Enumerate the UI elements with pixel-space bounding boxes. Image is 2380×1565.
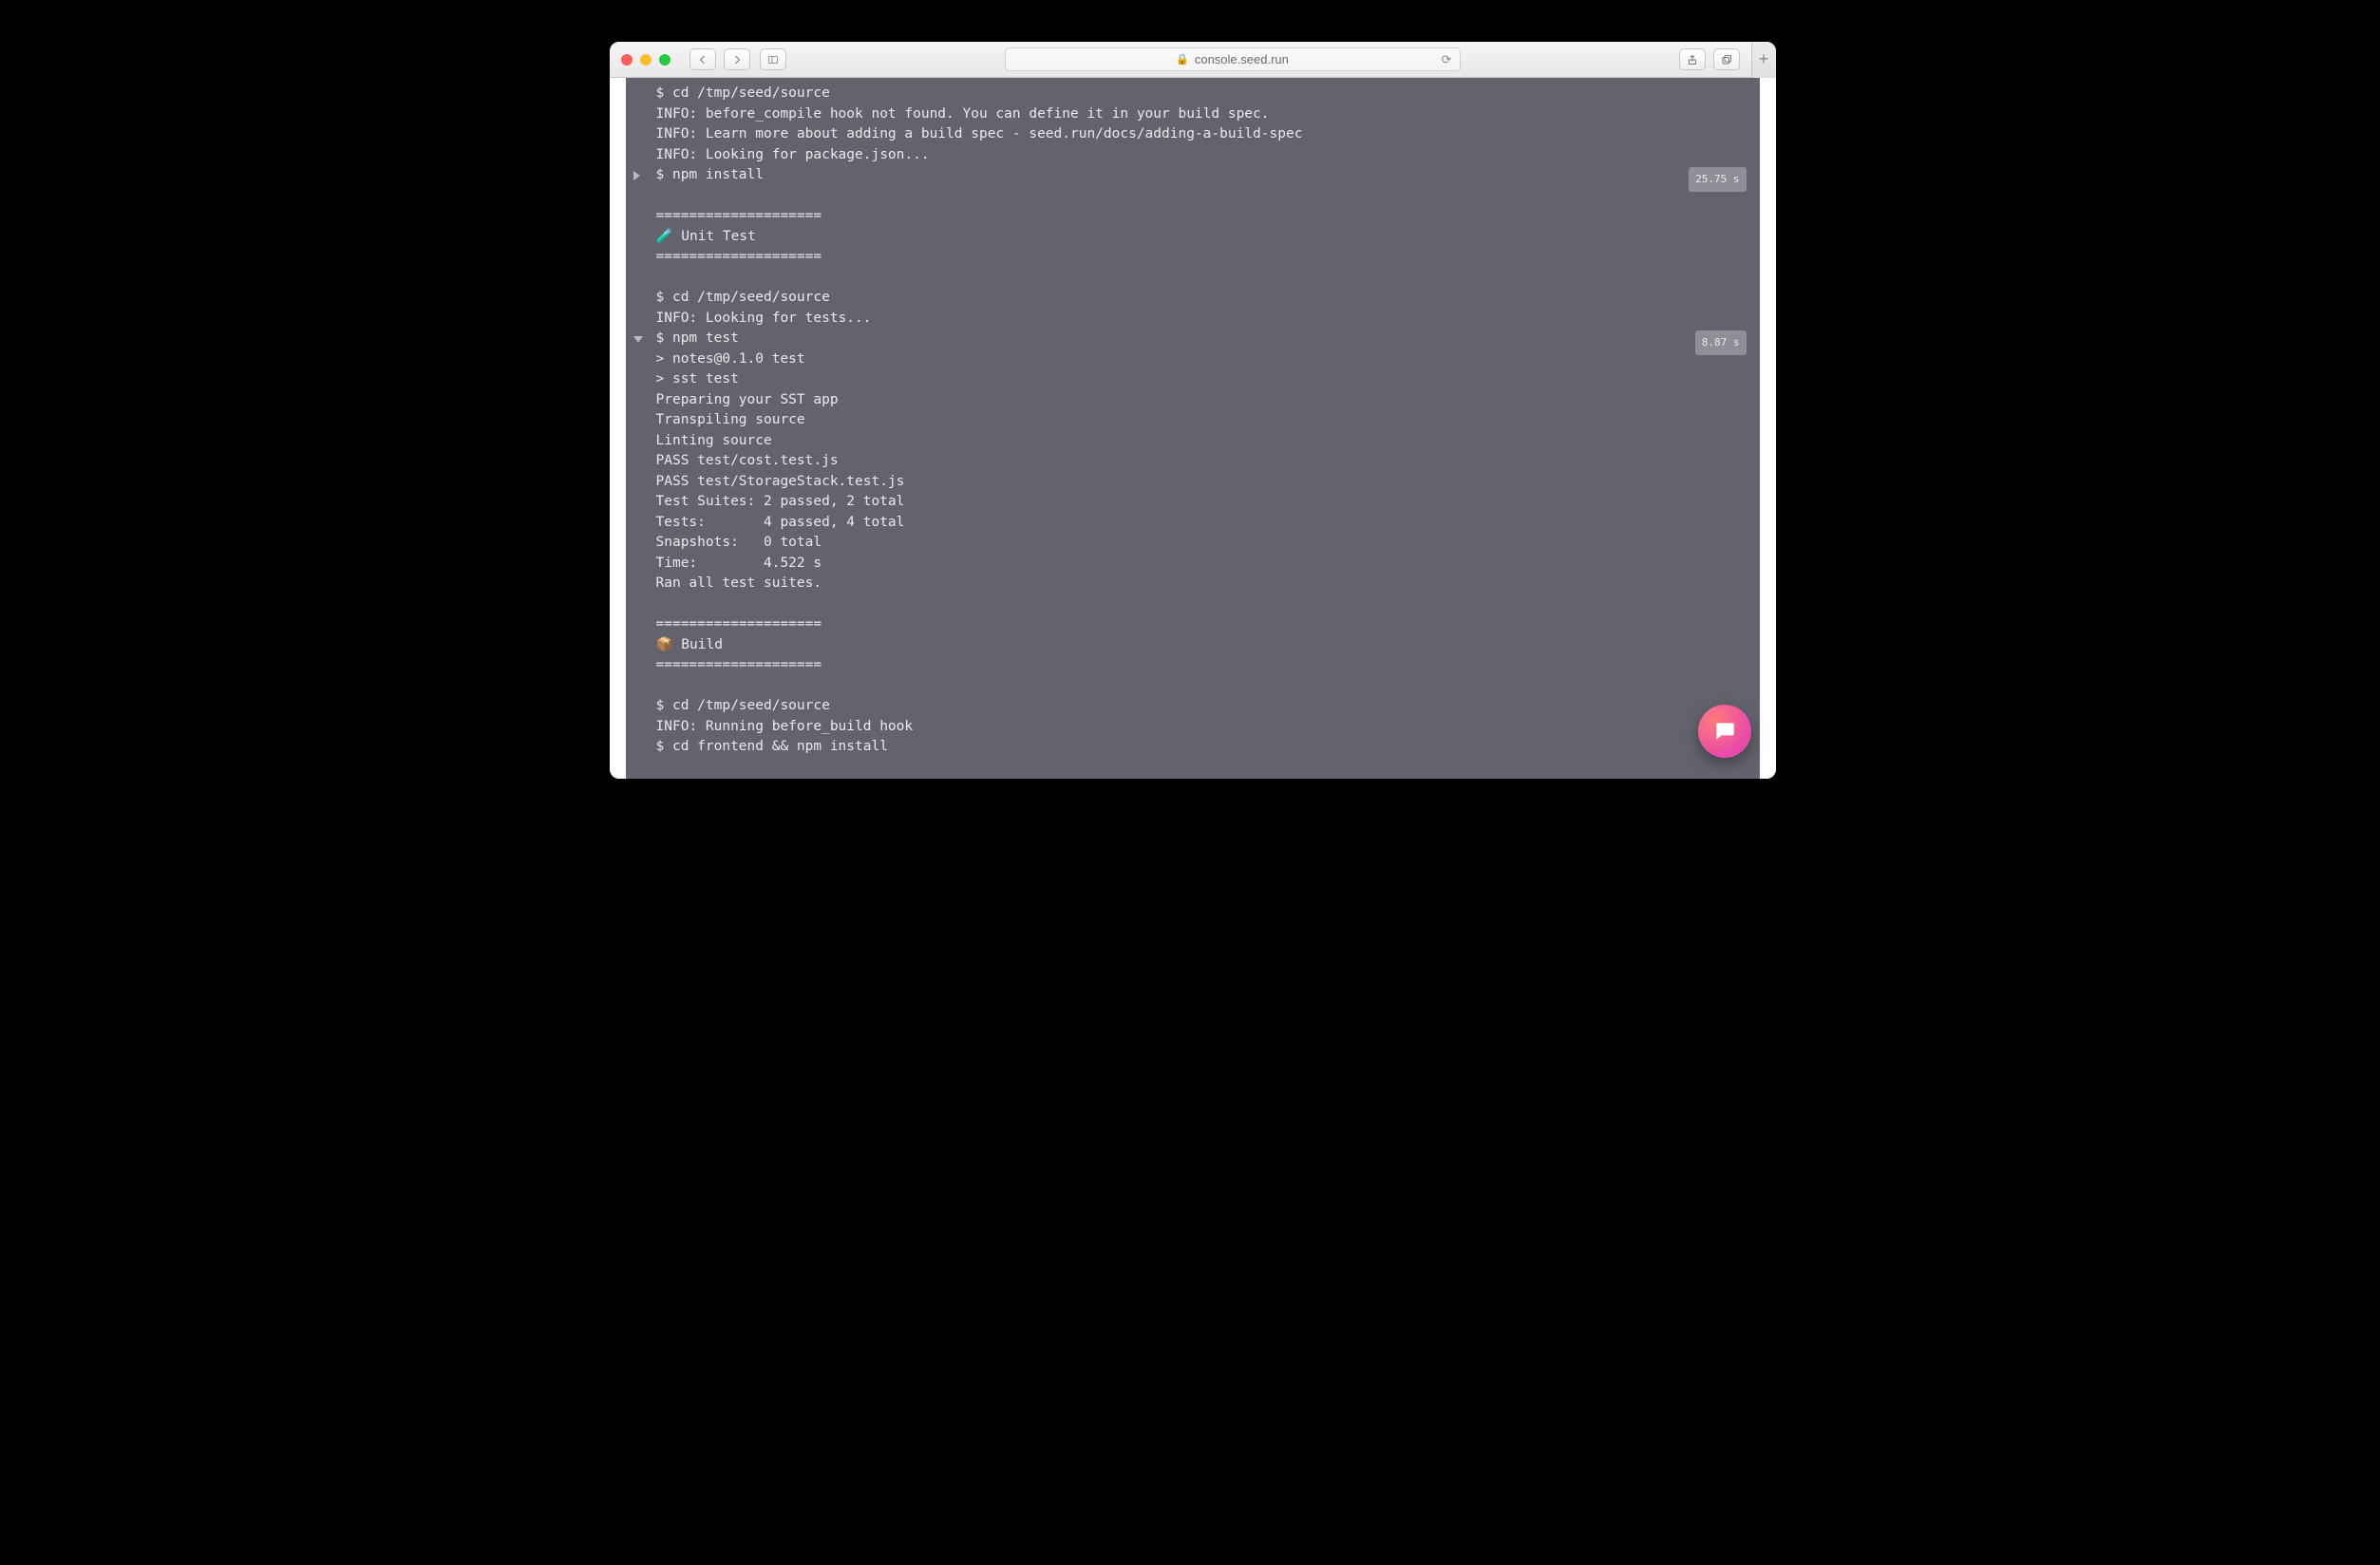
log-line (656, 186, 1747, 207)
log-line: ==================== (656, 206, 1747, 227)
log-line: $ npm install25.75 s (656, 165, 1747, 186)
log-text: INFO: Running before_build hook (656, 717, 914, 738)
log-line: PASS test/StorageStack.test.js (656, 472, 1747, 493)
new-tab-button[interactable]: + (1751, 42, 1776, 78)
log-text: $ cd /tmp/seed/source (656, 288, 830, 309)
log-line: ==================== (656, 614, 1747, 635)
log-line: > sst test (656, 369, 1747, 390)
log-text: $ cd frontend && npm install (656, 737, 888, 758)
log-line: $ npm test8.87 s (656, 329, 1747, 349)
log-line: PASS test/cost.test.js (656, 451, 1747, 472)
log-text: ==================== (656, 614, 822, 635)
log-text: ==================== (656, 655, 822, 676)
log-line: Ran all test suites. (656, 574, 1747, 594)
log-line: INFO: Running before_build hook (656, 717, 1747, 738)
close-window-button[interactable] (621, 54, 633, 66)
nav-forward-button[interactable] (724, 48, 750, 70)
minimize-window-button[interactable] (640, 54, 652, 66)
log-text: Transpiling source (656, 410, 805, 431)
log-text: > sst test (656, 369, 739, 390)
fullscreen-window-button[interactable] (659, 54, 671, 66)
address-bar[interactable]: 🔒 console.seed.run ⟳ (1005, 47, 1461, 71)
log-line: Tests: 4 passed, 4 total (656, 513, 1747, 534)
log-text: PASS test/cost.test.js (656, 451, 839, 472)
build-log-terminal: $ cd /tmp/seed/sourceINFO: before_compil… (626, 78, 1760, 779)
log-line: ==================== (656, 655, 1747, 676)
log-line: INFO: Looking for tests... (656, 309, 1747, 330)
log-line (656, 676, 1747, 697)
log-line: $ cd /tmp/seed/source (656, 288, 1747, 309)
log-text: $ npm install (656, 165, 765, 186)
log-line (656, 268, 1747, 289)
tabs-overview-button[interactable] (1713, 48, 1740, 70)
share-button[interactable] (1679, 48, 1706, 70)
reload-icon[interactable]: ⟳ (1442, 52, 1452, 67)
log-line: $ cd frontend && npm install (656, 737, 1747, 758)
log-text: Test Suites: 2 passed, 2 total (656, 492, 905, 513)
log-text: INFO: before_compile hook not found. You… (656, 104, 1270, 125)
chat-icon (1712, 719, 1737, 744)
log-text: PASS test/StorageStack.test.js (656, 472, 905, 493)
log-text: Linting source (656, 431, 772, 452)
log-text: > notes@0.1.0 test (656, 349, 805, 370)
log-line: $ cd /tmp/seed/source (656, 84, 1747, 104)
log-line: $ cd /tmp/seed/source (656, 696, 1747, 717)
log-line: Test Suites: 2 passed, 2 total (656, 492, 1747, 513)
log-text: INFO: Looking for package.json... (656, 145, 930, 166)
window-controls (621, 54, 671, 66)
log-text: ==================== (656, 247, 822, 268)
log-line: Preparing your SST app (656, 390, 1747, 411)
log-text: 📦 Build (656, 635, 723, 656)
log-text: Tests: 4 passed, 4 total (656, 513, 905, 534)
log-line (656, 594, 1747, 615)
log-line: Snapshots: 0 total (656, 533, 1747, 554)
log-text: $ cd /tmp/seed/source (656, 696, 830, 717)
log-line: Time: 4.522 s (656, 554, 1747, 575)
fold-expanded-icon[interactable] (633, 336, 643, 343)
log-line: 🧪 Unit Test (656, 227, 1747, 248)
log-line: INFO: before_compile hook not found. You… (656, 104, 1747, 125)
lock-icon: 🔒 (1176, 53, 1189, 66)
page-content: $ cd /tmp/seed/sourceINFO: before_compil… (610, 78, 1776, 779)
log-line: ==================== (656, 247, 1747, 268)
nav-back-button[interactable] (689, 48, 716, 70)
log-text: 🧪 Unit Test (656, 227, 756, 248)
log-text: INFO: Learn more about adding a build sp… (656, 124, 1303, 145)
log-line: > notes@0.1.0 test (656, 349, 1747, 370)
address-text: console.seed.run (1195, 52, 1289, 66)
log-text: Preparing your SST app (656, 390, 839, 411)
chat-support-button[interactable] (1698, 705, 1751, 758)
log-line: Transpiling source (656, 410, 1747, 431)
log-text: $ npm test (656, 329, 739, 349)
fold-collapsed-icon[interactable] (633, 171, 640, 180)
browser-titlebar: 🔒 console.seed.run ⟳ + (610, 42, 1776, 78)
browser-window: 🔒 console.seed.run ⟳ + $ cd /tmp/seed/so… (610, 42, 1776, 779)
log-text: ==================== (656, 206, 822, 227)
log-text: INFO: Looking for tests... (656, 309, 872, 330)
log-text: $ cd /tmp/seed/source (656, 84, 830, 104)
log-line: INFO: Looking for package.json... (656, 145, 1747, 166)
log-text: Ran all test suites. (656, 574, 822, 594)
sidebar-toggle-button[interactable] (760, 48, 786, 70)
log-line: INFO: Learn more about adding a build sp… (656, 124, 1747, 145)
log-line: Linting source (656, 431, 1747, 452)
log-line: 📦 Build (656, 635, 1747, 656)
log-text: Time: 4.522 s (656, 554, 822, 575)
log-text: Snapshots: 0 total (656, 533, 822, 554)
